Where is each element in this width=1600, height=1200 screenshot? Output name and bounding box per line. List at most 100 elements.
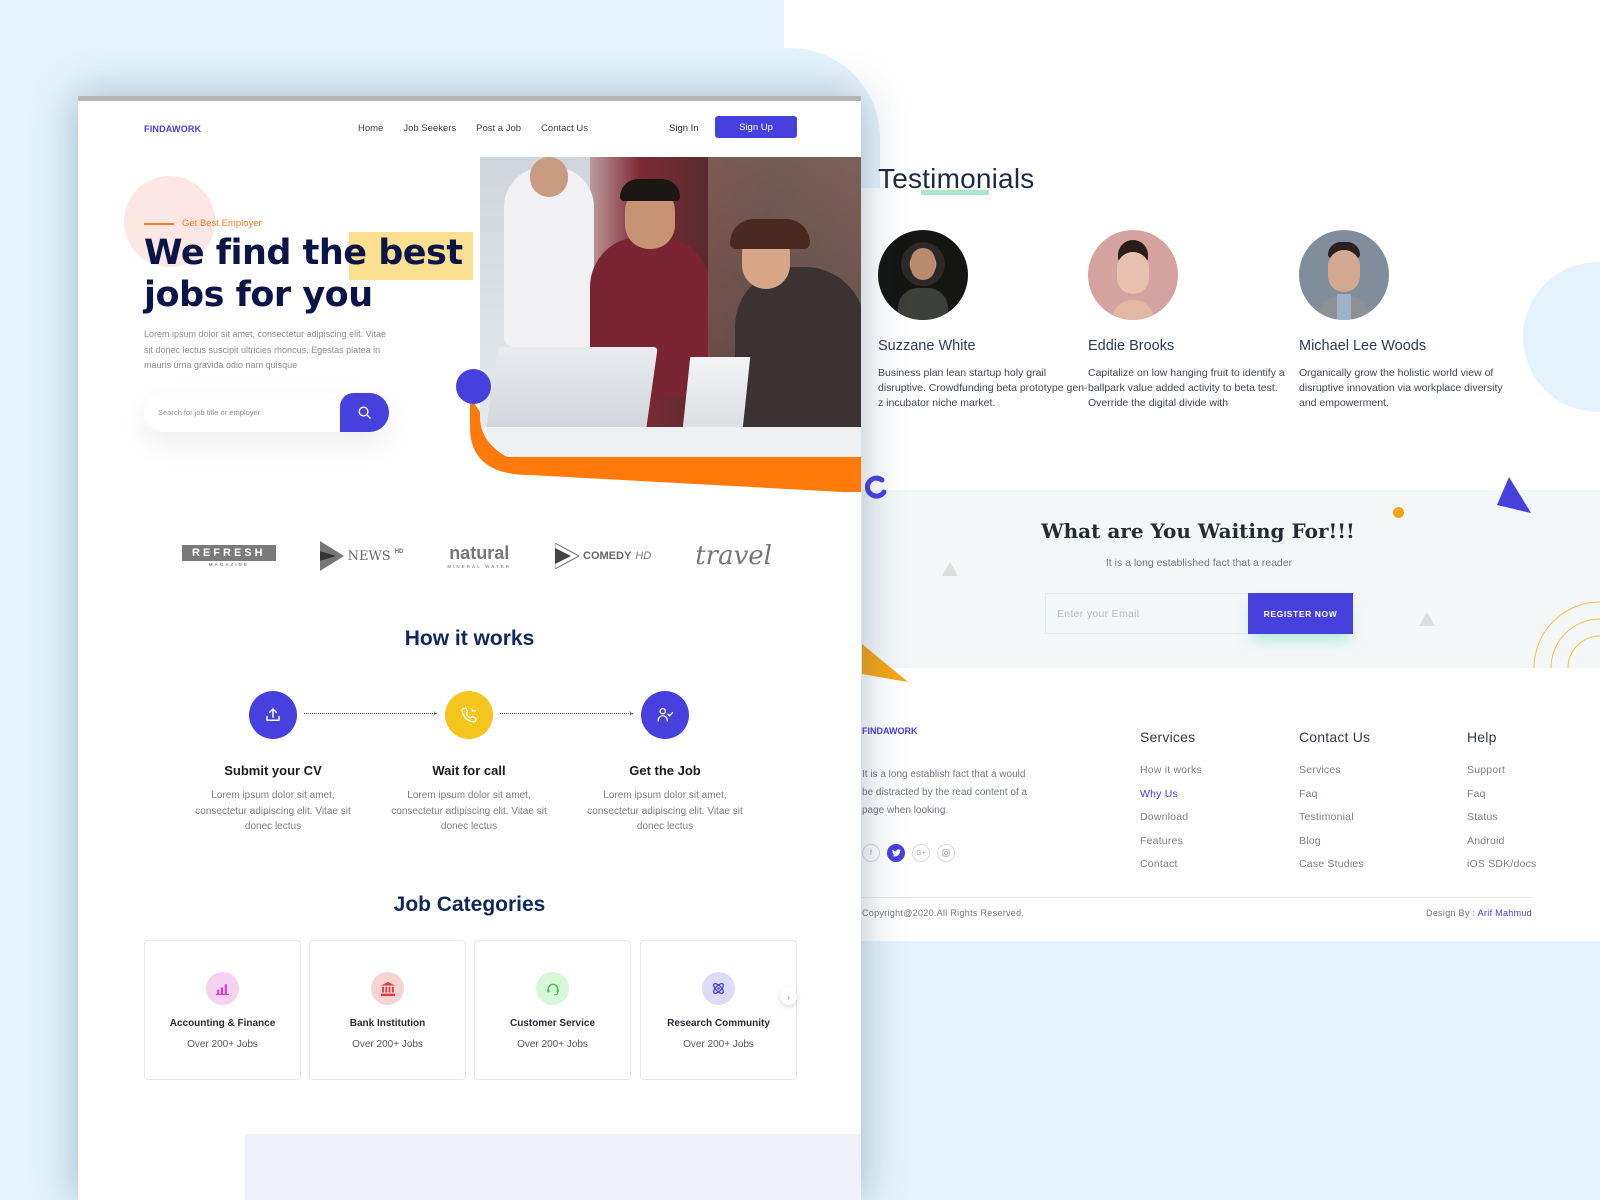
category-card-bank[interactable]: Bank Institution Over 200+ Jobs: [309, 940, 466, 1080]
footer-link[interactable]: Features: [1140, 830, 1202, 854]
decorative-dot: [1393, 507, 1404, 518]
footer-link-active[interactable]: Why Us: [1140, 783, 1202, 807]
twitter-icon[interactable]: [887, 844, 905, 862]
testimonials-title: Testimonials: [878, 163, 1035, 194]
search-input[interactable]: Search for job title or employer: [144, 408, 340, 417]
step-submit-cv: Submit your CV Lorem ipsum dolor sit ame…: [193, 691, 353, 835]
brand-name: REFRESH: [182, 545, 276, 561]
footer-column-help: Help Support Faq Status Android iOS SDK/…: [1467, 729, 1537, 877]
search-button[interactable]: [340, 393, 389, 432]
brand-name: natural: [449, 543, 510, 563]
nav-link-home[interactable]: Home: [358, 123, 383, 134]
category-card-research[interactable]: Research Community Over 200+ Jobs: [640, 940, 797, 1080]
landing-page: FINDAWORK Home Job Seekers Post a Job Co…: [78, 96, 861, 1200]
main-nav: Home Job Seekers Post a Job Contact Us: [358, 123, 588, 134]
footer-link[interactable]: Blog: [1299, 830, 1370, 854]
user-check-icon: [641, 691, 689, 739]
footer-link[interactable]: Services: [1299, 759, 1370, 783]
step-title: Wait for call: [432, 763, 506, 778]
bar-chart-icon: [206, 972, 239, 1005]
play-icon: [319, 541, 344, 571]
brand-sup: HD: [394, 549, 404, 555]
brand-logo-travel: travel: [695, 541, 772, 571]
avatar: [878, 230, 968, 320]
decorative-triangle: [1497, 477, 1531, 513]
instagram-icon[interactable]: [937, 844, 955, 862]
testimonial-quote: Business plan lean startup holy grail di…: [878, 367, 1088, 409]
step-wait-for-call: Wait for call Lorem ipsum dolor sit amet…: [389, 691, 549, 835]
design-credit: Design By : Arif Mahmud: [1426, 908, 1532, 918]
carousel-next-button[interactable]: ›: [780, 988, 797, 1005]
hero-title-highlight: best: [378, 233, 463, 273]
hero-title-line2: jobs for you: [144, 275, 373, 315]
step-title: Get the Job: [629, 763, 701, 778]
category-title: Bank Institution: [349, 1018, 426, 1029]
category-card-customer-service[interactable]: Customer Service Over 200+ Jobs: [474, 940, 631, 1080]
nav-link-job-seekers[interactable]: Job Seekers: [403, 123, 456, 134]
search-icon: [358, 406, 371, 419]
play-icon: [555, 543, 580, 569]
footer-link[interactable]: Case Studies: [1299, 853, 1370, 877]
category-count: Over 200+ Jobs: [187, 1039, 258, 1050]
cta-title: What are You Waiting For!!!: [1041, 519, 1355, 543]
testimonial-card: Eddie Brooks Capitalize on low hanging f…: [1088, 230, 1298, 411]
category-count: Over 200+ Jobs: [517, 1039, 588, 1050]
footer-link[interactable]: Faq: [1299, 783, 1370, 807]
sign-up-button[interactable]: Sign Up: [715, 116, 797, 138]
register-now-button[interactable]: REGISTER NOW: [1248, 593, 1353, 634]
email-input[interactable]: Enter your Email: [1045, 593, 1249, 634]
step-text: Lorem ipsum dolor sit amet, consectetur …: [195, 790, 351, 832]
brand-sub: MINERAL WATER: [447, 564, 511, 569]
brand-logos: REFRESH MAGAZINE NEWS HD natural MINERAL…: [182, 541, 772, 571]
footer-link[interactable]: Testimonial: [1299, 806, 1370, 830]
hero-image: [456, 157, 861, 492]
step-get-the-job: Get the Job Lorem ipsum dolor sit amet, …: [585, 691, 745, 835]
footer-link[interactable]: How it works: [1140, 759, 1202, 783]
brand-sub: MAGAZINE: [208, 562, 249, 567]
footer-column-title: Contact Us: [1299, 729, 1371, 745]
category-count: Over 200+ Jobs: [352, 1039, 423, 1050]
footer-logo[interactable]: FINDAWORK: [862, 726, 918, 736]
footer-link[interactable]: iOS SDK/docs: [1467, 853, 1537, 877]
footer-link[interactable]: Status: [1467, 806, 1537, 830]
testimonial-name: Michael Lee Woods: [1299, 338, 1427, 354]
footer-link[interactable]: Download: [1140, 806, 1202, 830]
brand-logo-comedy: COMEDY HD: [555, 543, 651, 569]
social-links: f G+: [862, 844, 955, 862]
chevron-right-icon: ›: [787, 991, 790, 1002]
footer-link[interactable]: Android: [1467, 830, 1537, 854]
copyright: Copyright@2020.All Rights Reserved.: [862, 908, 1025, 918]
footer-link[interactable]: Contact: [1140, 853, 1202, 877]
category-card-accounting[interactable]: Accounting & Finance Over 200+ Jobs: [144, 940, 301, 1080]
footer-divider: [862, 897, 1532, 898]
upload-icon: [249, 691, 297, 739]
footer-column-services: Services How it works Why Us Download Fe…: [1140, 729, 1202, 877]
decorative-triangle: [1419, 612, 1435, 626]
team-photo: [480, 157, 861, 457]
designer-name-link[interactable]: Arif Mahmud: [1478, 908, 1532, 918]
nav-link-post-a-job[interactable]: Post a Job: [476, 123, 521, 134]
footer-about: It is a long establish fact that a would…: [862, 769, 1028, 816]
decorative-dot: [456, 369, 491, 404]
headset-icon: [536, 972, 569, 1005]
google-plus-icon[interactable]: G+: [912, 844, 930, 862]
footer-link[interactable]: Faq: [1467, 783, 1537, 807]
avatar: [1088, 230, 1178, 320]
design-by-label: Design By :: [1426, 908, 1476, 918]
step-text: Lorem ipsum dolor sit amet, consectetur …: [587, 790, 743, 832]
facebook-icon[interactable]: f: [862, 844, 880, 862]
sign-in-link[interactable]: Sign In: [669, 123, 699, 134]
decorative-triangle: [942, 562, 958, 576]
nav-link-contact-us[interactable]: Contact Us: [541, 123, 588, 134]
footer-column-contact: Contact Us Services Faq Testimonial Blog…: [1299, 729, 1370, 877]
testimonial-quote: Organically grow the holistic world view…: [1299, 367, 1503, 409]
bank-icon: [371, 972, 404, 1005]
category-title: Accounting & Finance: [169, 1018, 276, 1029]
hero-title-line1: We find the: [144, 233, 367, 273]
brand-suffix: HD: [635, 550, 652, 562]
footer-link[interactable]: Support: [1467, 759, 1537, 783]
brand-logo-refresh: REFRESH MAGAZINE: [182, 545, 276, 567]
logo[interactable]: FINDAWORK: [144, 124, 201, 134]
step-title: Submit your CV: [224, 763, 322, 778]
eyebrow-dash: [144, 222, 174, 225]
